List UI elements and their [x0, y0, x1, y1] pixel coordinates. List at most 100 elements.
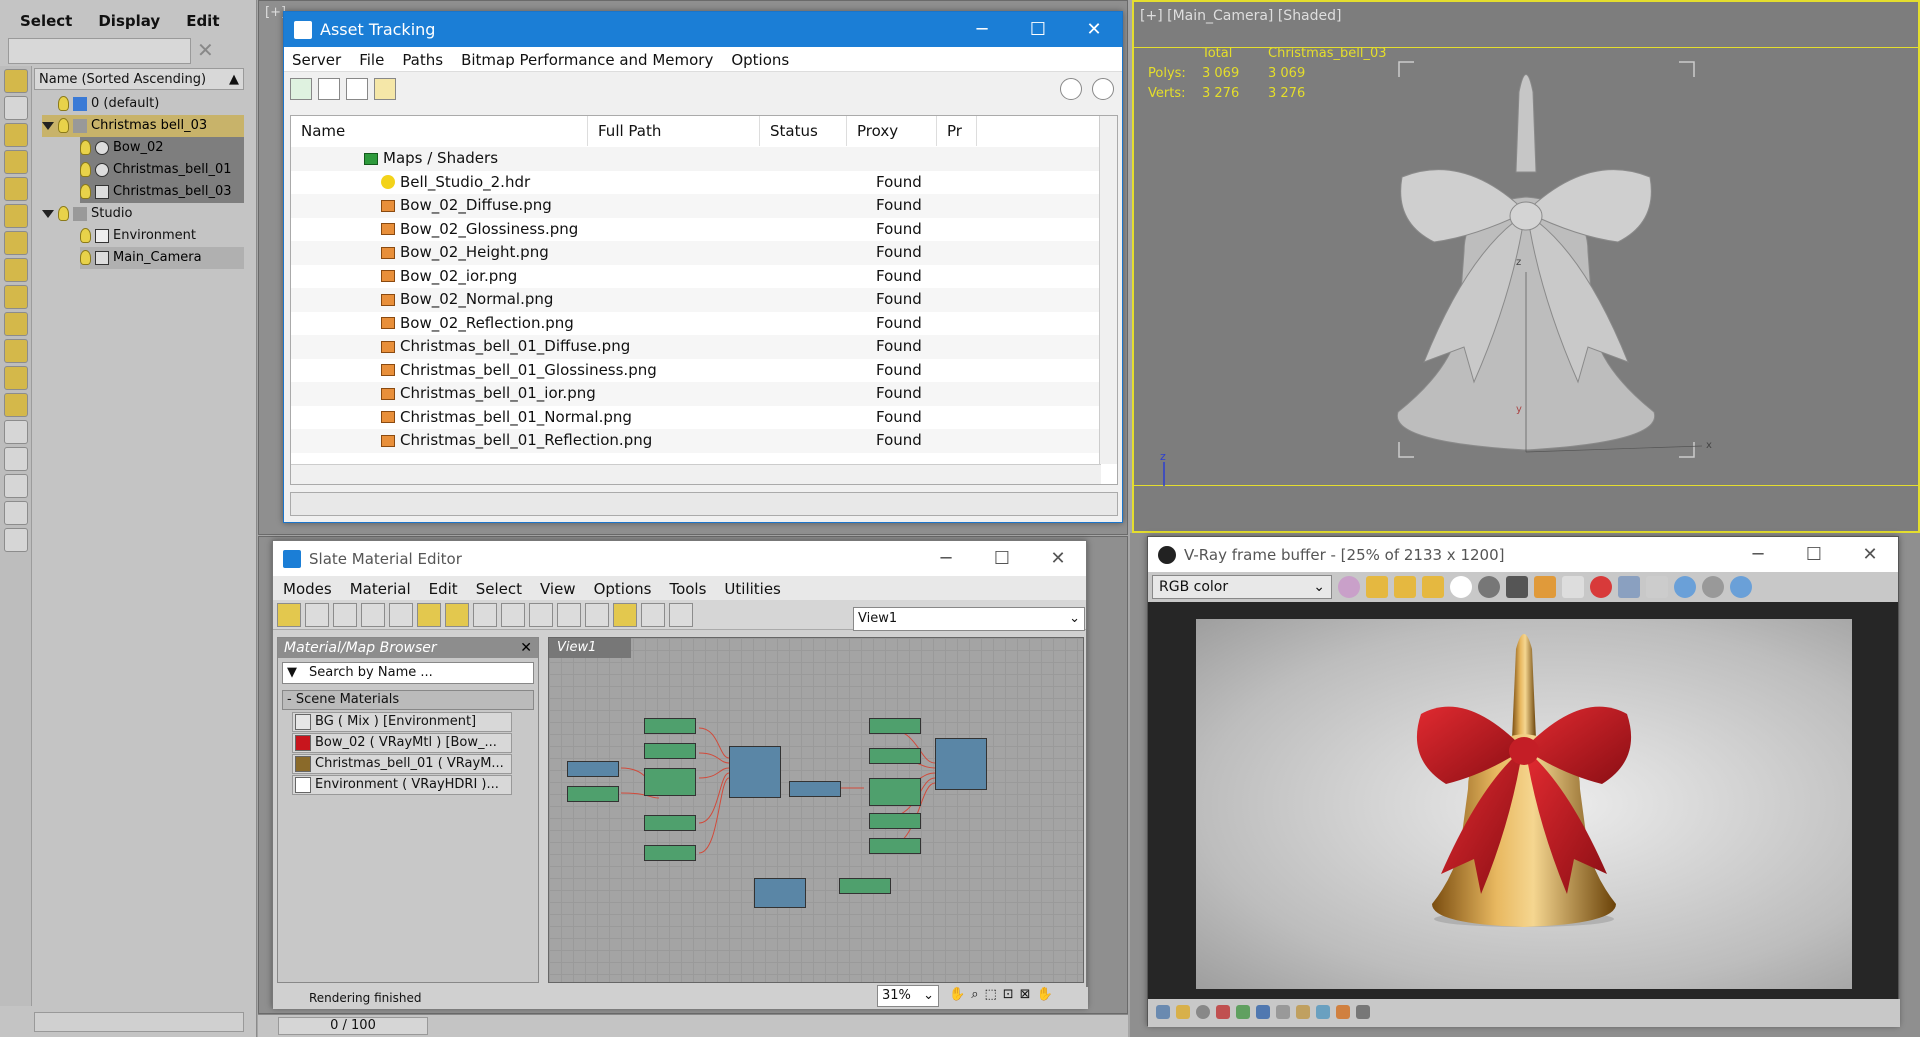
- material-node[interactable]: [567, 761, 619, 777]
- display-groups-icon[interactable]: [4, 258, 28, 282]
- table-row[interactable]: Christmas_bell_01_Diffuse.png Found: [291, 335, 1101, 359]
- material-map-browser-icon[interactable]: [585, 602, 609, 627]
- close-button[interactable]: ✕: [1066, 12, 1122, 47]
- display-hidden-icon[interactable]: [4, 393, 28, 417]
- menu-file[interactable]: File: [359, 51, 384, 69]
- tree-item[interactable]: Environment: [80, 225, 196, 247]
- maximize-button[interactable]: ☐: [974, 541, 1030, 576]
- material-node[interactable]: [935, 738, 987, 790]
- table-row[interactable]: Bow_02_Diffuse.png Found: [291, 194, 1101, 218]
- exposure-icon[interactable]: [1276, 1005, 1290, 1019]
- zoom-region-icon[interactable]: ⬚: [984, 987, 996, 1002]
- horizontal-scrollbar[interactable]: [291, 464, 1101, 484]
- material-list-item[interactable]: Bow_02 ( VRayMtl ) [Bow_...: [292, 733, 512, 753]
- table-row[interactable]: Bell_Studio_2.hdr Found: [291, 170, 1101, 194]
- background-icon[interactable]: [501, 602, 525, 627]
- column-header[interactable]: Name (Sorted Ascending) ▲: [34, 68, 244, 90]
- interactive-render-icon[interactable]: [1730, 576, 1752, 598]
- asset-title-bar[interactable]: Asset Tracking ─ ☐ ✕: [284, 12, 1122, 47]
- col-proxy-resolution[interactable]: Proxy Resol...: [847, 116, 937, 170]
- menu-tools[interactable]: Tools: [669, 580, 706, 598]
- hide-unused-icon[interactable]: [445, 602, 469, 627]
- scene-search-input[interactable]: [8, 38, 191, 64]
- col-name[interactable]: Name: [291, 116, 588, 146]
- menu-edit[interactable]: Edit: [429, 580, 458, 598]
- menu-view[interactable]: View: [540, 580, 576, 598]
- expand-arrow-icon[interactable]: [42, 121, 54, 130]
- material-node[interactable]: [644, 743, 696, 759]
- display-geometry-icon[interactable]: [4, 96, 28, 120]
- material-node[interactable]: [754, 878, 806, 908]
- close-button[interactable]: ✕: [1030, 541, 1086, 576]
- blue-channel-icon[interactable]: [1422, 576, 1444, 598]
- menu-bitmap-performance[interactable]: Bitmap Performance and Memory: [461, 51, 713, 69]
- vertical-scrollbar[interactable]: [1099, 116, 1117, 464]
- light-bulb-icon[interactable]: [80, 228, 91, 243]
- zoom-extents-icon[interactable]: ⊡: [1003, 987, 1014, 1002]
- menu-paths[interactable]: Paths: [402, 51, 443, 69]
- tree-view-icon[interactable]: [346, 78, 368, 100]
- channel-dropdown[interactable]: RGB color ⌄: [1152, 575, 1332, 599]
- display-shapes-icon[interactable]: [4, 123, 28, 147]
- display-lights-icon[interactable]: [4, 150, 28, 174]
- col-status[interactable]: Status: [760, 116, 847, 146]
- light-bulb-icon[interactable]: [80, 250, 91, 265]
- assign-material-icon[interactable]: [361, 602, 385, 627]
- node-view-canvas[interactable]: View1: [548, 637, 1084, 983]
- load-icon[interactable]: [1534, 576, 1556, 598]
- material-node[interactable]: [644, 768, 696, 796]
- material-node[interactable]: [644, 718, 696, 734]
- display-frozen-icon[interactable]: [4, 366, 28, 390]
- close-icon[interactable]: ✕: [520, 640, 532, 656]
- history-icon[interactable]: [1156, 1005, 1170, 1019]
- tree-item[interactable]: Christmas bell_03: [42, 115, 244, 137]
- srgb-icon[interactable]: [1356, 1005, 1370, 1019]
- light-bulb-icon[interactable]: [80, 184, 91, 199]
- color-wheel-icon[interactable]: [1338, 576, 1360, 598]
- minimize-button[interactable]: ─: [1730, 537, 1786, 572]
- menu-select[interactable]: Select: [20, 12, 72, 40]
- time-slider[interactable]: 0 / 100: [258, 1014, 1128, 1037]
- material-node[interactable]: [729, 746, 781, 798]
- display-cameras-icon[interactable]: [4, 177, 28, 201]
- col-proxy[interactable]: Pr: [937, 116, 977, 146]
- curves-icon[interactable]: [1236, 1005, 1250, 1019]
- material-node[interactable]: [869, 748, 921, 764]
- table-row[interactable]: Christmas_bell_01_ior.png Found: [291, 382, 1101, 406]
- table-group-row[interactable]: Maps / Shaders: [291, 147, 1101, 171]
- col-full-path[interactable]: Full Path: [588, 116, 760, 146]
- browser-options-icon[interactable]: ▼: [287, 665, 297, 680]
- table-row[interactable]: Christmas_bell_01_Normal.png Found: [291, 405, 1101, 429]
- tree-item[interactable]: 0 (default): [58, 93, 159, 115]
- tree-item[interactable]: Bow_02: [80, 137, 244, 159]
- menu-server[interactable]: Server: [292, 51, 341, 69]
- display-bones-icon[interactable]: [4, 312, 28, 336]
- context-help-icon[interactable]: [1092, 78, 1114, 100]
- table-view-icon[interactable]: [374, 78, 396, 100]
- maximize-button[interactable]: ☐: [1010, 12, 1066, 47]
- alpha-circle-icon[interactable]: [1478, 576, 1500, 598]
- minimize-button[interactable]: ─: [954, 12, 1010, 47]
- clear-icon[interactable]: [1590, 576, 1612, 598]
- red-channel-icon[interactable]: [1366, 576, 1388, 598]
- tree-item[interactable]: Main_Camera: [80, 247, 244, 269]
- table-row[interactable]: Christmas_bell_01_Glossiness.png Found: [291, 358, 1101, 382]
- layout-children-icon[interactable]: [557, 602, 581, 627]
- material-node[interactable]: [567, 786, 619, 802]
- frame-counter[interactable]: 0 / 100: [278, 1017, 428, 1035]
- select-tool-icon[interactable]: [277, 602, 301, 627]
- tree-item[interactable]: Christmas_bell_03: [80, 181, 244, 203]
- material-node[interactable]: [869, 718, 921, 734]
- move-children-icon[interactable]: [417, 602, 441, 627]
- material-node[interactable]: [869, 813, 921, 829]
- save-icon[interactable]: [1506, 576, 1528, 598]
- menu-utilities[interactable]: Utilities: [724, 580, 780, 598]
- material-node[interactable]: [644, 815, 696, 831]
- duplicate-icon[interactable]: [1618, 576, 1640, 598]
- close-button[interactable]: ✕: [1842, 537, 1898, 572]
- view-dropdown[interactable]: View1 ⌄: [853, 607, 1085, 631]
- light-bulb-icon[interactable]: [80, 140, 91, 155]
- menu-select[interactable]: Select: [476, 580, 522, 598]
- display-spacewarps-icon[interactable]: [4, 231, 28, 255]
- light-bulb-icon[interactable]: [58, 96, 69, 111]
